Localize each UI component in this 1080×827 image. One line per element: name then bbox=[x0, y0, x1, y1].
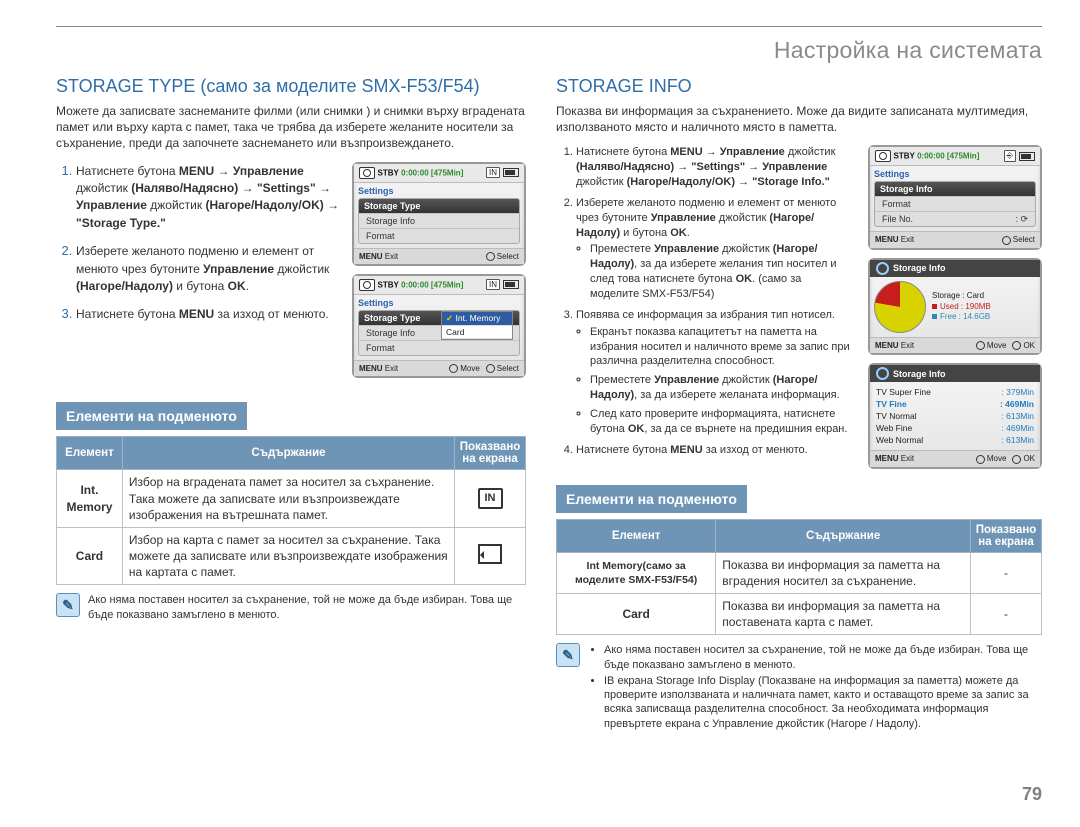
page-number: 79 bbox=[1022, 784, 1042, 805]
menu-item: Storage Info bbox=[359, 213, 519, 228]
storage-type-options: Int. Memory Card bbox=[441, 311, 513, 340]
device-screen-storage-info-list: Storage Info TV Super Fine: 379MinTV Fin… bbox=[868, 363, 1042, 468]
submenu-table-left: Елемент Съдържание Показвано на екрана I… bbox=[56, 436, 526, 585]
menu-header: Storage Type bbox=[364, 201, 420, 211]
pie-legend: Storage : Card Used : 190MB Free : 14.6G… bbox=[932, 291, 991, 322]
chapter-title: Настройка на системата bbox=[56, 37, 1042, 64]
card-icon bbox=[478, 544, 502, 564]
intro-left: Можете да записвате заснеманите филми (и… bbox=[56, 103, 526, 152]
camera-icon bbox=[359, 167, 375, 179]
note-icon: ✎ bbox=[56, 593, 80, 617]
submenu-title-right: Елементи на подменюто bbox=[556, 485, 747, 513]
submenu-table-right: Елемент Съдържание Показвано на екрана I… bbox=[556, 519, 1042, 636]
device-screen-storage-type: STBY 0:00:00 [475Min] IN Settings Storag… bbox=[352, 162, 526, 266]
device-screen-storage-info-menu: STBY 0:00:00 [475Min] ⎆ Settings Storage… bbox=[868, 145, 1042, 249]
battery-icon bbox=[503, 168, 519, 177]
camera-icon bbox=[359, 279, 375, 291]
in-icon: IN bbox=[478, 488, 503, 509]
intro-right: Показва ви информация за съхранението. М… bbox=[556, 103, 1042, 135]
section-title-right: STORAGE INFO bbox=[556, 76, 1042, 97]
section-title-left: STORAGE TYPE (само за моделите SMX-F53/F… bbox=[56, 76, 526, 97]
note-icon: ✎ bbox=[556, 643, 580, 667]
settings-label: Settings bbox=[358, 186, 520, 196]
note-right: Ако няма поставен носител за съхранение,… bbox=[588, 643, 1042, 733]
pie-chart bbox=[874, 281, 926, 333]
note-left: Ако няма поставен носител за съхранение,… bbox=[88, 593, 526, 622]
device-screen-storage-info-pie: Storage Info Storage : Card Used : 190MB… bbox=[868, 258, 1042, 355]
menu-item: Format bbox=[359, 228, 519, 243]
steps-right: Натиснете бутона MENU → Управление джойс… bbox=[556, 145, 850, 457]
device-screen-storage-type-popup: STBY 0:00:00 [475Min] IN Settings Storag… bbox=[352, 274, 526, 378]
in-chip: IN bbox=[486, 167, 500, 178]
card-chip: ⎆ bbox=[1004, 150, 1016, 162]
submenu-title-left: Елементи на подменюто bbox=[56, 402, 247, 430]
